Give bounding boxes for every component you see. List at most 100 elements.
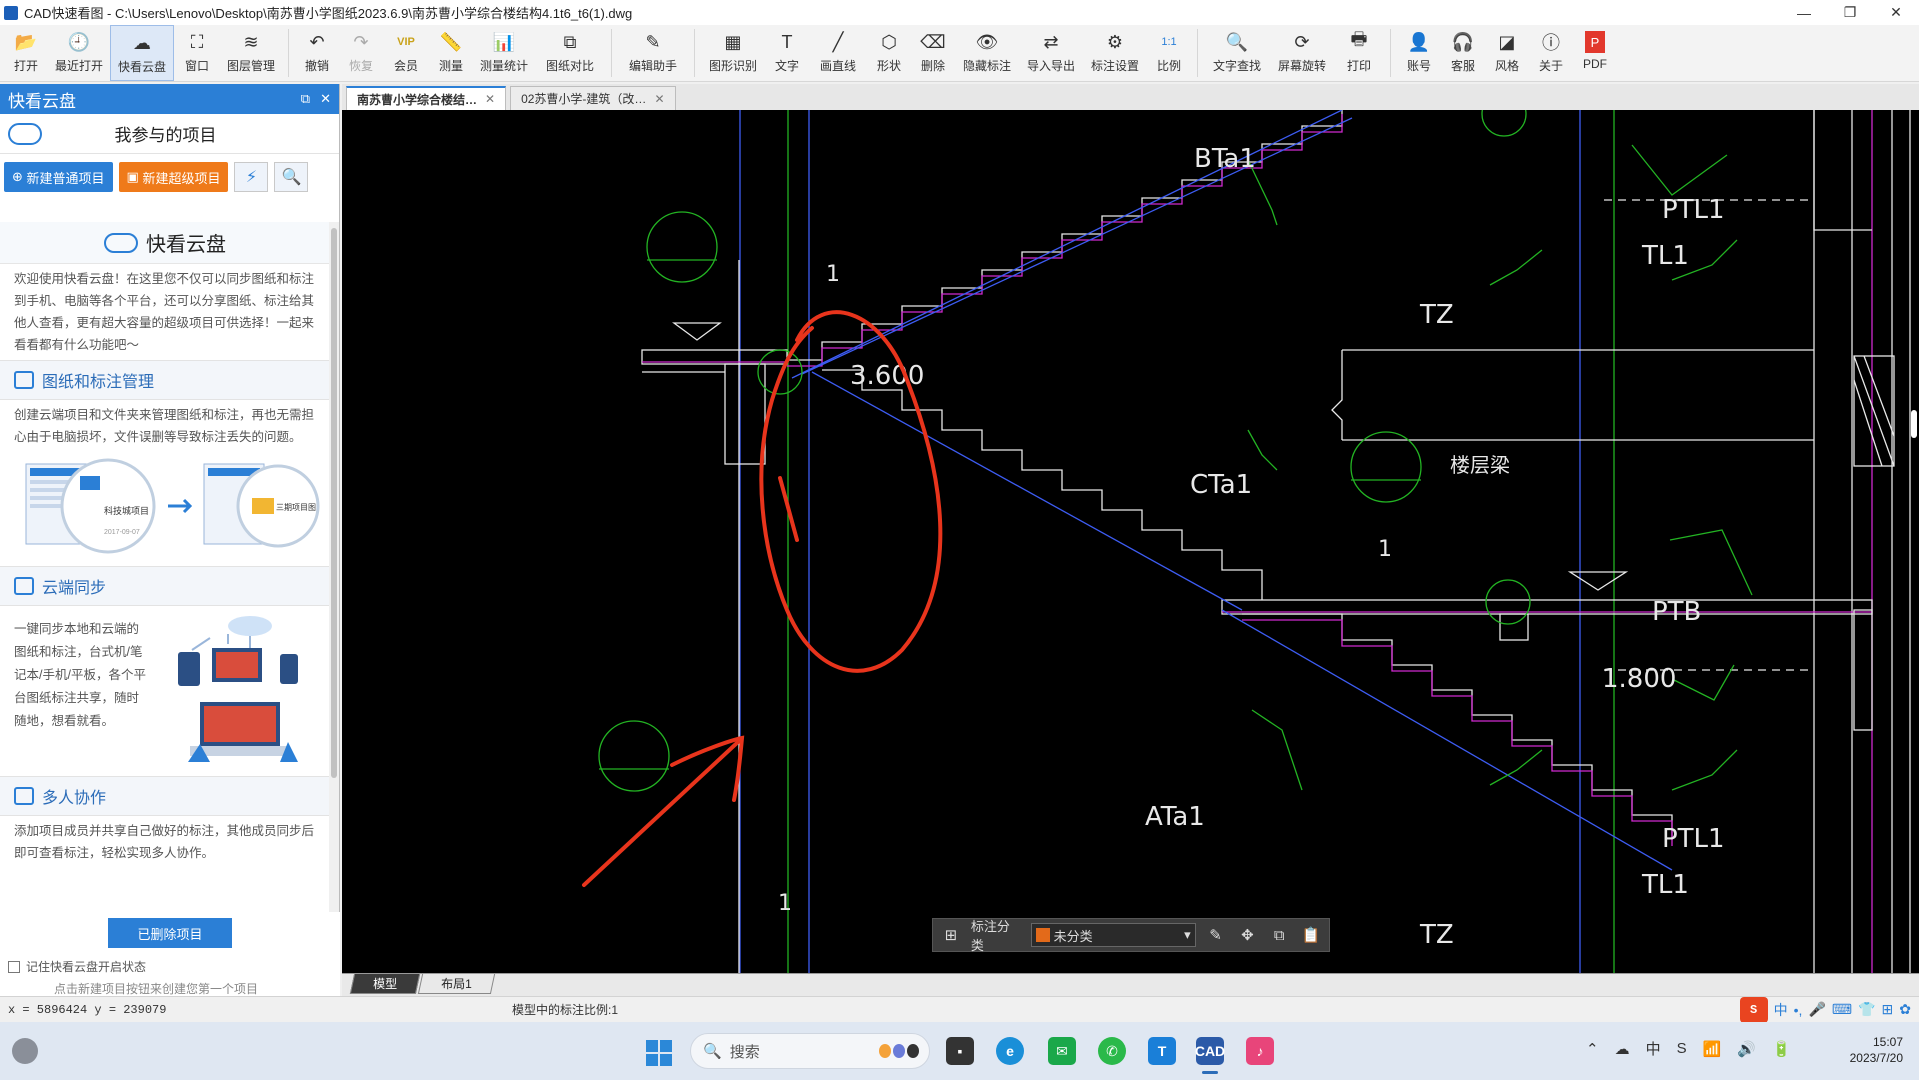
- ime-keyboard-icon[interactable]: ⌨: [1832, 1001, 1852, 1018]
- grid-icon[interactable]: ⊞: [939, 923, 963, 947]
- toolbar-label-22: 屏幕旋转: [1277, 59, 1326, 73]
- document-icon: [14, 371, 34, 389]
- toolbar-button-5[interactable]: ↶ 撤销: [295, 25, 339, 81]
- text-app-icon[interactable]: T: [1148, 1037, 1176, 1065]
- remember-state-checkbox[interactable]: [8, 960, 20, 973]
- tab-model[interactable]: 模型: [349, 974, 421, 994]
- toolbar-button-23[interactable]: 🖶 打印: [1334, 25, 1384, 81]
- toolbar-button-13[interactable]: T 文字: [765, 25, 809, 81]
- toolbar-button-9[interactable]: 📊 测量统计: [473, 25, 535, 81]
- toolbar-button-24[interactable]: 👤 账号: [1397, 25, 1441, 81]
- tab-layout1[interactable]: 布局1: [417, 974, 495, 994]
- toolbar-button-12[interactable]: ▦ 图形识别: [701, 25, 765, 81]
- paste-icon[interactable]: 📋: [1299, 923, 1323, 947]
- toolbar-button-3[interactable]: ⛶ 窗口: [174, 25, 220, 81]
- input-language-icon[interactable]: 中: [1646, 1038, 1661, 1059]
- ime-voice-icon[interactable]: 🎤: [1808, 1001, 1825, 1018]
- minimize-button[interactable]: —: [1781, 0, 1827, 25]
- ime-settings-icon[interactable]: ✿: [1899, 1001, 1911, 1018]
- tab-document-2[interactable]: 02苏曹小学-建筑（改… ✕: [510, 86, 676, 110]
- canvas-side-handle[interactable]: [1911, 410, 1917, 438]
- toolbar-button-16[interactable]: ⌫ 删除: [911, 25, 955, 81]
- cad-viewer-taskbar-icon[interactable]: CAD: [1195, 1037, 1225, 1074]
- ime-lang-icon[interactable]: 中: [1774, 1000, 1788, 1020]
- toolbar-button-10[interactable]: ⧉ 图纸对比: [535, 25, 605, 81]
- toolbar-button-2[interactable]: ☁ 快看云盘: [110, 25, 174, 81]
- taskbar-search[interactable]: 🔍 搜索: [690, 1033, 930, 1069]
- media-app-icon[interactable]: ♪: [1246, 1037, 1274, 1065]
- edit-icon[interactable]: ✎: [1204, 923, 1228, 947]
- tab-document-1[interactable]: 南苏曹小学综合楼结… ✕: [346, 86, 507, 110]
- copy-icon[interactable]: ⧉: [1267, 923, 1291, 947]
- edge-browser-icon[interactable]: e: [996, 1037, 1024, 1065]
- close-tab-icon[interactable]: ✕: [485, 92, 495, 106]
- toolbar-button-4[interactable]: ≋ 图层管理: [220, 25, 282, 81]
- close-tab-icon[interactable]: ✕: [654, 92, 664, 106]
- volume-icon[interactable]: 🔊: [1737, 1040, 1756, 1058]
- toolbar-button-6[interactable]: ↷ 恢复: [339, 25, 383, 81]
- plus-icon: ⊕: [12, 169, 27, 184]
- new-super-project-button[interactable]: ▣ 新建超级项目: [118, 162, 229, 192]
- start-button[interactable]: [646, 1040, 672, 1066]
- axis-mark-1c: 1: [778, 891, 792, 916]
- toolbar-button-19[interactable]: ⚙ 标注设置: [1083, 25, 1147, 81]
- toolbar-button-1[interactable]: 🕘 最近打开: [48, 25, 110, 81]
- remember-state-option[interactable]: 记住快看云盘开启状态: [8, 958, 146, 975]
- panel-scrollbar[interactable]: [329, 222, 339, 912]
- task-view-icon[interactable]: ▪: [946, 1037, 974, 1065]
- toolbar-button-17[interactable]: 👁 隐藏标注: [955, 25, 1019, 81]
- widgets-icon[interactable]: [12, 1038, 38, 1064]
- tray-expand-icon[interactable]: ⌃: [1586, 1040, 1599, 1058]
- annotation-toolbar: ⊞ 标注分类 未分类 ▾ ✎ ✥ ⧉ 📋: [932, 918, 1330, 953]
- drawing-canvas[interactable]: BTa1 PTL1 TL1 TZ 3.600 CTa1 楼层梁 PTB 1.80…: [342, 110, 1919, 973]
- toolbar-separator: [1197, 29, 1198, 77]
- toolbar-button-0[interactable]: 📂 打开: [4, 25, 48, 81]
- system-clock[interactable]: 15:07 2023/7/20: [1835, 1034, 1903, 1066]
- toolbar-button-7[interactable]: VIP 会员: [383, 25, 429, 81]
- scrollbar-thumb[interactable]: [331, 228, 337, 778]
- ime-skin-icon[interactable]: 👕: [1858, 1001, 1875, 1018]
- toolbar-label-17: 隐藏标注: [962, 59, 1011, 73]
- battery-icon[interactable]: 🔋: [1772, 1040, 1791, 1058]
- sogou-ime-icon[interactable]: S: [1739, 996, 1768, 1023]
- move-icon[interactable]: ✥: [1235, 923, 1259, 947]
- toolbar-button-28[interactable]: P PDF: [1573, 25, 1617, 81]
- toolbar-button-18[interactable]: ⇄ 导入导出: [1019, 25, 1083, 81]
- mail-icon[interactable]: ✉: [1048, 1037, 1076, 1065]
- toolbar-button-20[interactable]: 1:1 比例: [1147, 25, 1191, 81]
- ime-toolbox-icon[interactable]: ⊞: [1882, 1001, 1894, 1018]
- close-button[interactable]: ✕: [1873, 0, 1919, 25]
- toolbar-icon-17: 👁: [975, 31, 999, 52]
- new-normal-project-button[interactable]: ⊕ 新建普通项目: [4, 162, 113, 192]
- onedrive-icon[interactable]: ☁: [1615, 1040, 1630, 1058]
- toolbar-button-11[interactable]: ✎ 编辑助手: [618, 25, 688, 81]
- illus-text-date: 2017-09-07: [104, 529, 140, 536]
- toolbar-button-15[interactable]: ⬡ 形状: [867, 25, 911, 81]
- toolbar-button-27[interactable]: ⓘ 关于: [1529, 25, 1573, 81]
- toolbar-button-25[interactable]: 🎧 客服: [1441, 25, 1485, 81]
- float-panel-icon[interactable]: ⧉: [301, 91, 310, 107]
- close-panel-icon[interactable]: ✕: [320, 91, 331, 107]
- wifi-icon[interactable]: 📶: [1703, 1040, 1722, 1058]
- annotation-category-select[interactable]: 未分类 ▾: [1030, 923, 1196, 947]
- toolbar-button-26[interactable]: ◪ 风格: [1485, 25, 1529, 81]
- toolbar-button-8[interactable]: 📏 测量: [429, 25, 473, 81]
- wechat-icon[interactable]: ✆: [1098, 1037, 1126, 1065]
- search-button[interactable]: 🔍: [274, 162, 309, 192]
- sync-button[interactable]: ⚡: [234, 162, 269, 192]
- ime-punct-icon[interactable]: •,: [1794, 1002, 1803, 1018]
- sogou-tray-icon[interactable]: S: [1677, 1040, 1687, 1057]
- toolbar-button-21[interactable]: 🔍 文字查找: [1204, 25, 1270, 81]
- toolbar-icon-5: ↶: [309, 31, 325, 52]
- main-toolbar: 📂 打开 🕘 最近打开 ☁ 快看云盘 ⛶ 窗口 ≋ 图层管理 ↶ 撤销 ↷ 恢复 VIP 会员 📏 测量 📊 测量统计…: [0, 25, 1919, 82]
- toolbar-button-22[interactable]: ⟳ 屏幕旋转: [1270, 25, 1334, 81]
- new-super-project-label: 新建超级项目: [142, 170, 221, 186]
- clock-date: 2023/7/20: [1849, 1051, 1903, 1065]
- toolbar-label-27: 关于: [1538, 59, 1563, 73]
- maximize-button[interactable]: ❐: [1827, 0, 1873, 25]
- toolbar-button-14[interactable]: ╱ 画直线: [809, 25, 867, 81]
- my-projects-title: 我参与的项目: [114, 126, 217, 145]
- drawing-svg[interactable]: BTa1 PTL1 TL1 TZ 3.600 CTa1 楼层梁 PTB 1.80…: [342, 110, 1919, 973]
- deleted-projects-button[interactable]: 已删除项目: [108, 918, 232, 948]
- toolbar-icon-20: 1:1: [1161, 36, 1177, 48]
